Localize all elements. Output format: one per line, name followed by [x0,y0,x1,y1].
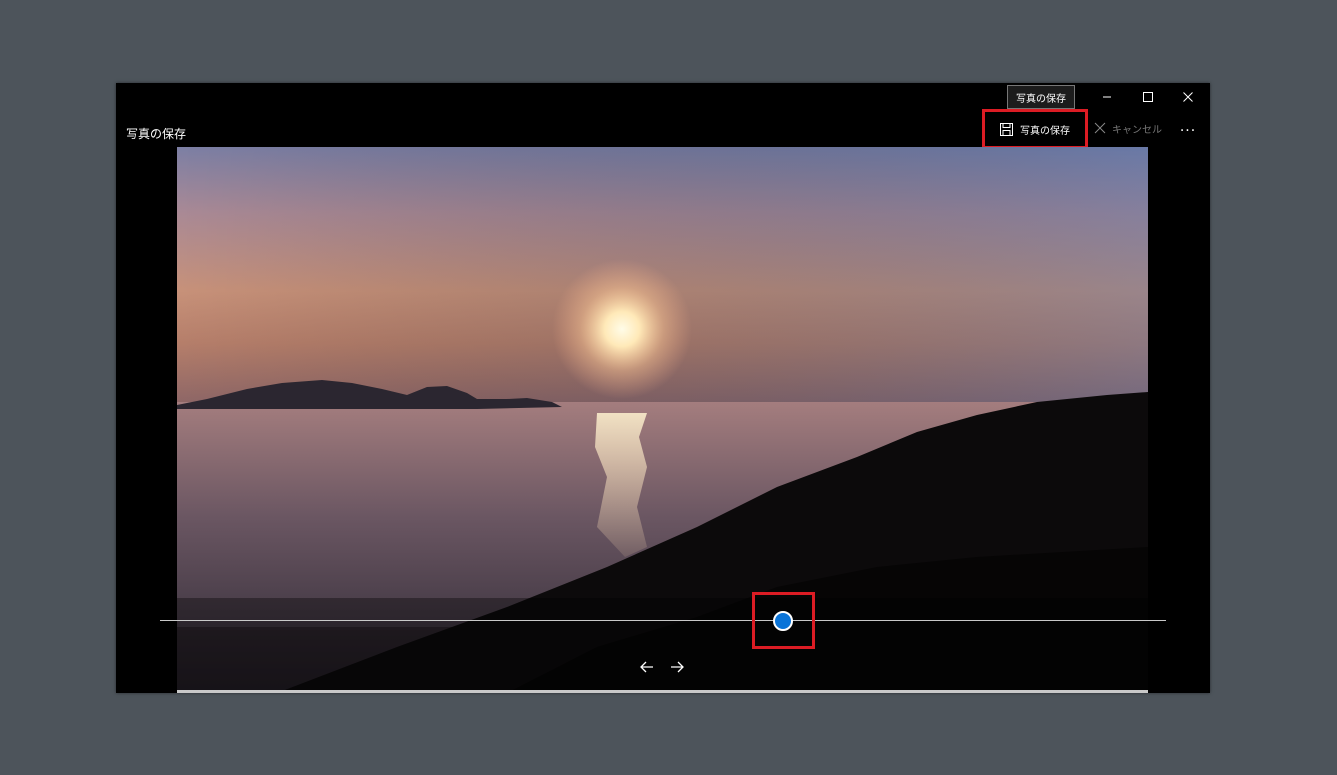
previous-button[interactable] [637,657,657,677]
scrubber-track[interactable] [160,620,1166,621]
photos-app-window: 写真の保存 写真の保存 写真の保存 キャンセル ... [116,83,1210,693]
x-icon [1094,122,1106,134]
close-icon [1183,92,1193,102]
minimize-button[interactable] [1087,83,1127,111]
save-photo-label: 写真の保存 [1020,125,1070,137]
arrow-right-icon [671,661,684,673]
maximize-button[interactable] [1128,83,1168,111]
photo-bottom-edge [177,690,1148,693]
maximize-icon [1143,92,1153,102]
save-photo-button[interactable]: 写真の保存 [982,109,1088,149]
cancel-label: キャンセル [1112,124,1162,136]
minimize-icon [1103,96,1111,98]
scrubber-thumb[interactable] [773,611,793,631]
floppy-disk-icon [1000,122,1013,136]
cancel-button[interactable]: キャンセル [1094,119,1162,137]
save-tooltip: 写真の保存 [1007,85,1075,109]
arrow-left-icon [640,661,653,673]
close-button[interactable] [1168,83,1208,111]
timeline-overlay [177,598,1148,693]
next-button[interactable] [667,657,687,677]
more-options-button[interactable]: ... [1176,119,1200,143]
window-title: 写真の保存 [126,127,187,141]
